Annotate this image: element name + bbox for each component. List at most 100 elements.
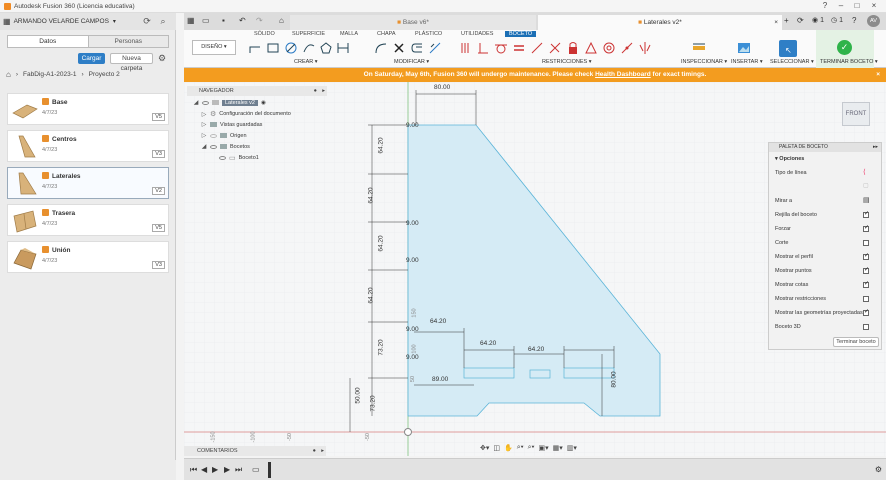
tab-datos[interactable]: Datos [8,36,89,47]
select-icon[interactable]: ↖ [779,40,797,57]
first-step-icon[interactable]: ⏮ [190,465,197,475]
dimension-label[interactable]: 9.00 [406,220,419,227]
doc-tab-base[interactable]: ■ Base v6* [290,15,536,30]
dimension-label[interactable]: 73.20 [370,395,377,411]
constraints-checkbox[interactable] [863,296,869,302]
zoom-window-icon[interactable]: ⌕▾ [528,444,535,456]
dimension-label[interactable]: 64.20 [528,346,544,353]
circle-tool-icon[interactable] [284,41,298,55]
close-icon[interactable]: × [774,15,778,30]
search-icon[interactable]: ⌕ [157,16,169,28]
zoom-icon[interactable]: ⌕▾ [517,444,524,456]
perpendicular-constraint-icon[interactable] [476,41,490,55]
tab-boceto[interactable]: BOCETO [505,31,537,37]
home-icon[interactable]: ⌂ [6,70,11,79]
doc-tab-laterales[interactable]: ■ Laterales v2* × [538,15,782,30]
dimension-label[interactable]: 80.00 [434,84,450,91]
radio-icon[interactable]: ◉ [261,100,266,106]
offset-tool-icon[interactable] [410,41,424,55]
measure-icon[interactable] [692,41,706,55]
breadcrumb-item[interactable]: FabDig-A1-2023-1 [23,71,76,78]
profile-checkbox[interactable] [863,252,869,260]
gear-icon[interactable]: ⚙ [875,465,882,474]
expand-icon[interactable]: ▸▸ [873,143,878,152]
eye-icon[interactable] [210,144,217,149]
pin-icon[interactable]: ● [314,86,317,96]
tab-chapa[interactable]: CHAPA [377,31,396,37]
add-tab-icon[interactable]: + [784,16,789,25]
grid-icon[interactable]: ▦ [3,17,11,26]
points-checkbox[interactable] [863,266,869,274]
design-card-base[interactable]: Base 4/7/23 V5 [7,93,169,125]
arc-tool-icon[interactable] [302,41,316,55]
display-icon[interactable]: ▣▾ [538,444,548,456]
coincident-constraint-icon[interactable] [458,41,472,55]
tab-solido[interactable]: SÓLIDO [254,31,275,37]
tree-item-sketch1[interactable]: ▭ Boceto1 [219,154,259,162]
collapse-icon[interactable]: ◢ [193,99,199,106]
dimension-label[interactable]: 89.00 [432,376,448,383]
extensions-icon[interactable]: ⟳ [797,16,804,25]
file-menu-icon[interactable]: ▭ [202,16,210,25]
group-insertar[interactable]: INSERTAR ▾ [731,59,763,65]
jobs-icon[interactable]: ◷ 1 [831,16,843,24]
dimension-label[interactable]: 64.20 [378,235,385,251]
last-step-icon[interactable]: ⏭ [235,465,242,475]
insert-image-icon[interactable] [737,41,751,55]
close-button[interactable]: × [867,1,881,10]
next-step-icon[interactable]: ▶ [224,465,230,474]
save-icon[interactable]: ▪ [222,16,225,25]
rectangle-tool-icon[interactable] [266,41,280,55]
timeline-sketch-icon[interactable]: ▭ [252,465,260,474]
group-inspeccionar[interactable]: INSPECCIONAR ▾ [681,59,727,65]
dimension-label[interactable]: 64.20 [430,318,446,325]
orbit-icon[interactable]: ✥▾ [480,444,489,456]
grid-icon[interactable]: ▦ [187,16,195,25]
finish-sketch-button[interactable]: ✓ TERMINAR BOCETO ▾ [816,30,878,68]
user-name[interactable]: ARMANDO VELARDE CAMPOS [14,18,109,25]
expand-icon[interactable]: ▷ [201,111,207,118]
trim-dimension-icon[interactable] [336,41,350,55]
equal-constraint-icon[interactable] [512,41,526,55]
palette-section[interactable]: ▾ Opciones [775,156,804,162]
grid-settings-icon[interactable]: ▦▾ [553,444,563,456]
snap-checkbox[interactable] [863,224,869,232]
look-at-icon[interactable]: ▤ [863,196,870,204]
fix-constraint-icon[interactable] [566,41,580,55]
dimension-label[interactable]: 73.20 [378,339,385,355]
version-badge[interactable]: V3 [152,150,165,158]
dimension-label[interactable]: 9.00 [406,326,419,333]
expand-icon[interactable]: ▷ [201,132,207,139]
mirror-tool-icon[interactable] [428,41,442,55]
dimension-label[interactable]: 9.00 [406,122,419,129]
origin-icon[interactable] [404,428,412,436]
symmetry-constraint-icon[interactable] [638,41,652,55]
grid-checkbox[interactable] [863,210,869,218]
version-badge[interactable]: V5 [152,224,165,232]
timeline-marker[interactable] [268,462,271,478]
tree-item-views[interactable]: ▷ Vistas guardadas [201,121,263,129]
tab-personas[interactable]: Personas [88,36,168,47]
dimension-label[interactable]: 9.00 [406,257,419,264]
redo-icon[interactable]: ↷ [256,16,263,25]
dimension-label[interactable]: 64.20 [378,137,385,153]
collinear-constraint-icon[interactable] [530,41,544,55]
notifications-icon[interactable]: ◉ 1 [812,16,824,24]
tree-root[interactable]: ◢ Laterales v2 ◉ [193,99,266,106]
help-icon[interactable]: ? [852,16,856,25]
dimension-label[interactable]: 64.20 [368,287,375,303]
health-dashboard-link[interactable]: Health Dashboard [595,71,651,78]
viewport-icon[interactable]: ▥▾ [567,444,577,456]
tab-superficie[interactable]: SUPERFICIE [292,31,325,37]
projected-checkbox[interactable] [863,308,869,316]
fillet-tool-icon[interactable] [374,41,388,55]
new-folder-button[interactable]: Nueva carpeta [110,53,153,72]
eye-icon[interactable] [202,100,209,105]
look-icon[interactable]: ◫ [493,444,500,456]
expand-icon[interactable]: ▸ [321,446,324,456]
tangent-constraint-icon[interactable] [494,41,508,55]
version-badge[interactable]: V2 [152,187,165,195]
viewcube[interactable]: FRONT [842,102,870,126]
tab-malla[interactable]: MALLA [340,31,358,37]
polygon-tool-icon[interactable] [319,41,333,55]
